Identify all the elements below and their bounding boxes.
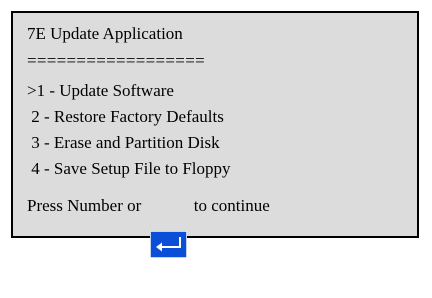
menu-item-erase-partition-disk[interactable]: 3 - Erase and Partition Disk	[27, 133, 219, 153]
menu-item-restore-factory-defaults[interactable]: 2 - Restore Factory Defaults	[27, 107, 224, 127]
prompt-text-after: to continue	[189, 196, 270, 215]
enter-key-icon[interactable]	[149, 191, 187, 258]
update-application-panel: 7E Update Application ==================…	[11, 11, 419, 258]
app-title: 7E Update Application	[27, 24, 183, 43]
continue-prompt: Press Number or to continue	[27, 189, 270, 258]
menu-item-update-software[interactable]: >1 - Update Software	[27, 81, 174, 101]
prompt-text-before: Press Number or	[27, 196, 146, 215]
title-divider: ==================	[27, 51, 205, 70]
menu-item-save-setup-file[interactable]: 4 - Save Setup File to Floppy	[27, 159, 230, 179]
